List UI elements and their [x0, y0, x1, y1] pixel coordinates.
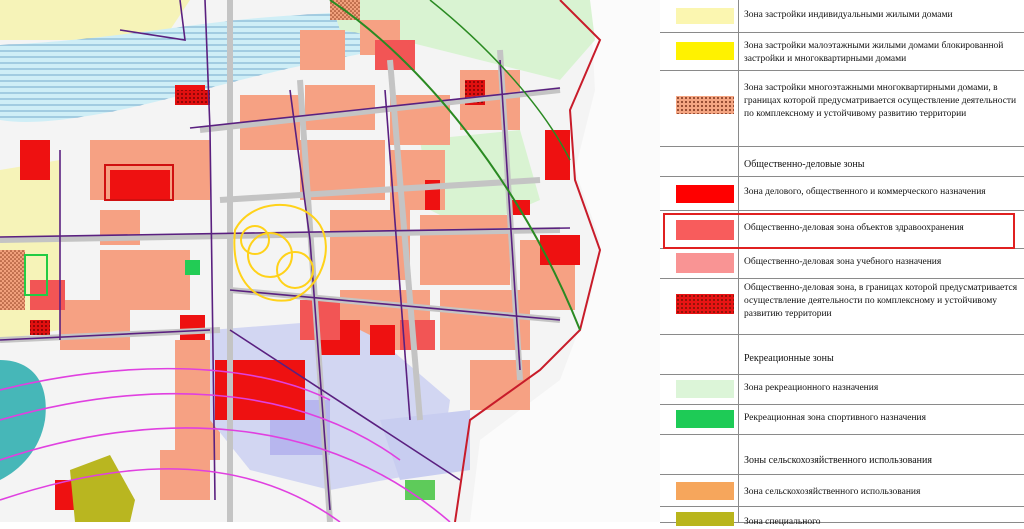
legend-row: Зона застройки индивидуальными жилыми до… [660, 0, 1024, 33]
legend-section-header: Зоны сельскохозяйственного использования [744, 455, 932, 466]
zoning-map[interactable] [0, 0, 660, 522]
legend-separator [738, 374, 739, 404]
legend-row: Зона застройки многоэтажными многокварти… [660, 70, 1024, 147]
map-legend: Зона застройки индивидуальными жилыми до… [660, 0, 1024, 527]
legend-swatch [676, 8, 734, 24]
legend-separator [738, 70, 739, 146]
legend-row: Зона сельскохозяйственного использования [660, 474, 1024, 507]
legend-separator [738, 278, 739, 334]
legend-row: Зона специального [660, 506, 1024, 527]
legend-section-header: Общественно-деловые зоны [744, 159, 865, 170]
legend-label: Рекреационная зона спортивного назначени… [744, 413, 926, 423]
legend-row: Рекреационные зоны [660, 334, 1024, 375]
sport-zone [185, 260, 200, 275]
legend-separator [738, 146, 739, 176]
legend-row: Общественно-деловые зоны [660, 146, 1024, 177]
legend-label: Общественно-деловая зона, в границах кот… [744, 283, 1018, 319]
legend-label: Зона специального [744, 517, 821, 527]
map-canvas [0, 0, 660, 522]
legend-row: Зоны сельскохозяйственного использования [660, 434, 1024, 475]
legend-separator [738, 176, 739, 210]
legend-row: Рекреационная зона спортивного назначени… [660, 404, 1024, 435]
legend-swatch [676, 253, 734, 273]
legend-swatch [676, 380, 734, 398]
legend-label: Общественно-деловая зона учебного назнач… [744, 257, 942, 267]
legend-swatch [676, 512, 734, 526]
legend-swatch [676, 42, 734, 60]
legend-row: Общественно-деловая зона учебного назнач… [660, 248, 1024, 279]
legend-swatch [676, 294, 734, 314]
legend-highlight-box [663, 213, 1015, 249]
legend-swatch [676, 410, 734, 428]
legend-label: Зона сельскохозяйственного использования [744, 487, 921, 497]
legend-separator [738, 0, 739, 32]
legend-label: Зона делового, общественного и коммерчес… [744, 187, 986, 197]
legend-separator [738, 32, 739, 70]
legend-label: Зона рекреационного назначения [744, 383, 879, 393]
legend-row: Общественно-деловая зона, в границах кот… [660, 278, 1024, 335]
legend-swatch [676, 185, 734, 203]
legend-separator [738, 404, 739, 434]
legend-section-header: Рекреационные зоны [744, 353, 834, 364]
legend-row: Зона рекреационного назначения [660, 374, 1024, 405]
legend-row: Зона делового, общественного и коммерчес… [660, 176, 1024, 211]
legend-swatch [676, 96, 734, 114]
legend-swatch [676, 482, 734, 500]
sport-zone-south [405, 480, 435, 500]
legend-row: Зона застройки малоэтажными жилыми домам… [660, 32, 1024, 71]
legend-label: Зона застройки многоэтажными многокварти… [744, 83, 1017, 119]
legend-separator [738, 434, 739, 474]
legend-label: Зона застройки малоэтажными жилыми домам… [744, 41, 1004, 64]
legend-label: Зона застройки индивидуальными жилыми до… [744, 10, 953, 20]
legend-separator [738, 474, 739, 506]
legend-separator [738, 334, 739, 374]
legend-separator [738, 248, 739, 278]
legend-separator [738, 506, 739, 522]
